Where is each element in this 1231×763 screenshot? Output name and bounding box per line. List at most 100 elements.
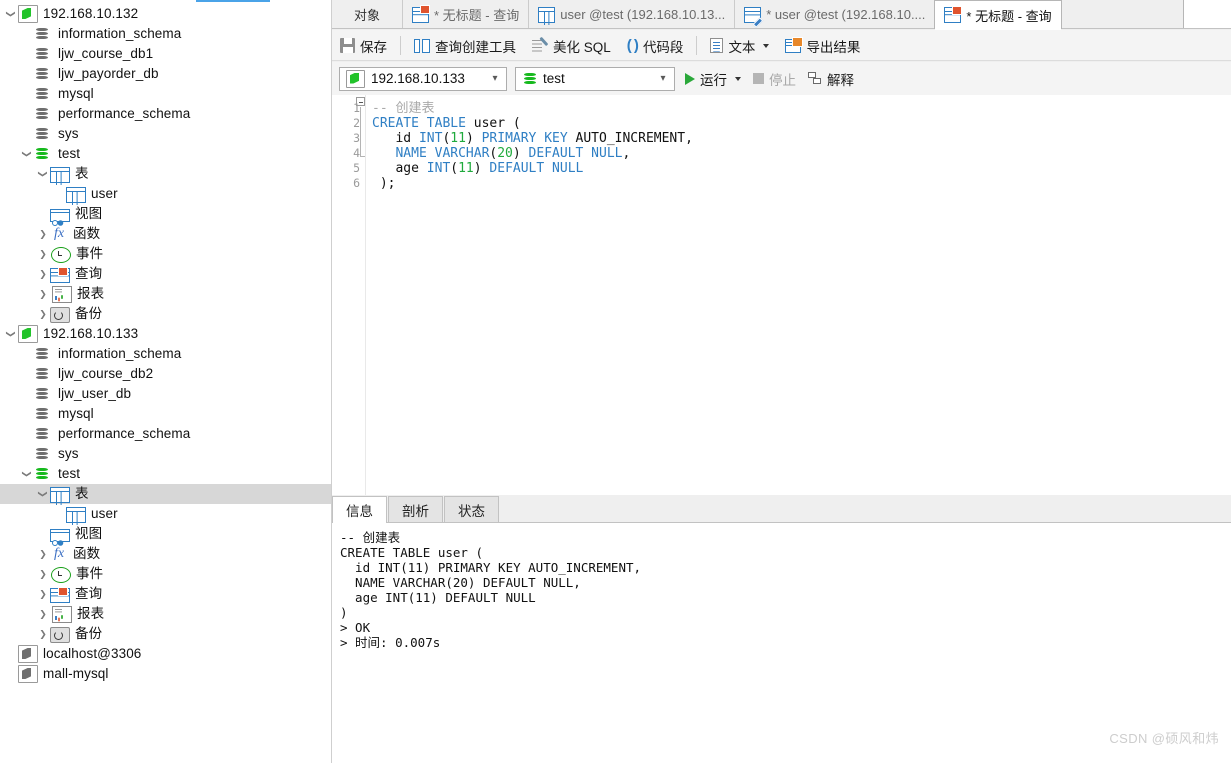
explain-button[interactable]: 解释 [808, 69, 854, 89]
tree-item[interactable]: ❯mall-mysql [0, 664, 331, 684]
connection-tree[interactable]: ❯192.168.10.132❯information_schema❯ljw_c… [0, 4, 331, 684]
tree-item[interactable]: ❯ljw_course_db2 [0, 364, 331, 384]
connection-select[interactable]: 192.168.10.133 ▾ [339, 66, 507, 91]
tree-item[interactable]: ❯mysql [0, 404, 331, 424]
chevron-right-icon[interactable]: ❯ [36, 244, 50, 264]
table-icon [538, 6, 556, 25]
result-tab[interactable]: 信息 [332, 496, 387, 524]
tree-item[interactable]: ❯ 备份 [0, 304, 331, 324]
connection-offline-icon [18, 665, 38, 683]
result-tab[interactable]: 状态 [444, 496, 499, 523]
tree-item-label: mall-mysql [43, 666, 109, 681]
query-builder-button[interactable]: 查询创建工具 [406, 34, 524, 58]
query-icon [50, 586, 70, 603]
table-icon [66, 506, 86, 525]
tree-item[interactable]: ❯ 查询 [0, 264, 331, 284]
code-snippet-button[interactable]: ( ) 代码段 [619, 34, 692, 58]
tree-item[interactable]: ❯ test [0, 144, 331, 164]
results-tab-bar[interactable]: 信息 剖析 状态 [332, 496, 1231, 524]
chevron-right-icon[interactable]: ❯ [36, 584, 50, 604]
connection-value: 192.168.10.133 [371, 71, 465, 86]
database-active-icon [35, 466, 53, 482]
tree-item[interactable]: ❯ 报表 [0, 604, 331, 624]
tree-item[interactable]: ❯ 备份 [0, 624, 331, 644]
chevron-down-icon[interactable]: ❯ [17, 467, 37, 481]
tree-item[interactable]: ❯user [0, 184, 331, 205]
tree-item[interactable]: ❯ 192.168.10.132 [0, 4, 331, 24]
text-label: 文本 [728, 39, 756, 55]
tree-item[interactable]: ❯ 报表 [0, 284, 331, 304]
editor-tab-bar[interactable]: 对象 * 无标题 - 查询 user @test (192.168.10.13...… [332, 0, 1231, 30]
object-tree-sidebar[interactable]: ❯192.168.10.132❯information_schema❯ljw_c… [0, 0, 332, 763]
editor-tab[interactable]: * user @test (192.168.10.... [734, 0, 934, 29]
tree-item[interactable]: ❯ fx 函数 [0, 224, 331, 244]
watermark: CSDN @硕风和炜 [1109, 731, 1219, 746]
text-view-button[interactable]: 文本 [702, 34, 777, 58]
editor-tab[interactable]: user @test (192.168.10.13... [528, 0, 734, 29]
tree-item[interactable]: ❯information_schema [0, 344, 331, 364]
tree-item[interactable]: ❯ljw_payorder_db [0, 64, 331, 84]
tree-item[interactable]: ❯ 表 [0, 164, 331, 185]
beautify-icon [532, 39, 548, 53]
chevron-down-icon[interactable] [735, 76, 741, 81]
tree-item-label: 事件 [76, 566, 104, 581]
chevron-right-icon[interactable]: ❯ [36, 304, 50, 324]
chevron-right-icon[interactable]: ❯ [36, 564, 50, 584]
tree-item[interactable]: ❯ 查询 [0, 584, 331, 604]
database-select[interactable]: test ▾ [515, 66, 675, 91]
parentheses-icon: ( ) [626, 37, 639, 54]
tree-item[interactable]: ❯sys [0, 444, 331, 464]
editor-tab[interactable]: * 无标题 - 查询 [402, 0, 528, 29]
editor-tab-label: * 无标题 - 查询 [966, 8, 1052, 24]
connection-selector-row[interactable]: 192.168.10.133 ▾ test ▾ 运行 停止 解释 [332, 62, 1231, 95]
code-line: NAME VARCHAR(20) DEFAULT NULL, [395, 146, 631, 161]
tree-item[interactable]: ❯user [0, 504, 331, 525]
export-result-button[interactable]: 导出结果 [777, 34, 868, 58]
tree-item[interactable]: ❯ test [0, 464, 331, 484]
chevron-down-icon[interactable]: ❯ [17, 147, 37, 161]
editor-tab[interactable]: * 无标题 - 查询 [934, 0, 1062, 30]
connection-icon [18, 325, 38, 343]
chevron-right-icon[interactable]: ❯ [36, 624, 50, 644]
query-toolbar[interactable]: 保存 查询创建工具 美化 SQL ( ) 代码段 文本 导出结果 [332, 30, 1231, 61]
tree-item[interactable]: ❯ljw_user_db [0, 384, 331, 404]
chevron-down-icon[interactable] [763, 43, 770, 48]
database-icon [35, 406, 53, 422]
stop-label: 停止 [769, 72, 796, 88]
chevron-down-icon[interactable]: ▾ [652, 73, 674, 84]
tree-item[interactable]: ❯ 事件 [0, 564, 331, 584]
database-icon [35, 66, 53, 82]
chevron-right-icon[interactable]: ❯ [36, 224, 50, 244]
export-label: 导出结果 [806, 39, 861, 55]
tree-item[interactable]: ❯视图 [0, 204, 331, 226]
chevron-right-icon[interactable]: ❯ [36, 544, 50, 564]
tree-item[interactable]: ❯ljw_course_db1 [0, 44, 331, 64]
beautify-sql-button[interactable]: 美化 SQL [524, 34, 619, 58]
tree-item[interactable]: ❯information_schema [0, 24, 331, 44]
tree-item-label: 表 [75, 486, 89, 501]
result-tab[interactable]: 剖析 [388, 496, 443, 523]
tree-item[interactable]: ❯performance_schema [0, 104, 331, 124]
tree-item[interactable]: ❯ 192.168.10.133 [0, 324, 331, 344]
run-button[interactable]: 运行 [685, 69, 741, 89]
chevron-right-icon[interactable]: ❯ [36, 284, 50, 304]
tree-item[interactable]: ❯localhost@3306 [0, 644, 331, 664]
save-button[interactable]: 保存 [332, 34, 395, 58]
code-line: age INT(11) DEFAULT NULL [372, 161, 584, 176]
tab-underline-indicator [196, 0, 270, 2]
tree-item[interactable]: ❯视图 [0, 524, 331, 546]
chevron-right-icon[interactable]: ❯ [36, 604, 50, 624]
query-builder-label: 查询创建工具 [435, 39, 516, 55]
tree-item[interactable]: ❯ 表 [0, 484, 331, 505]
tree-item-label: user [91, 186, 118, 201]
tree-item[interactable]: ❯ fx 函数 [0, 544, 331, 564]
sql-editor[interactable]: 123456 -- 创建表 CREATE TABLE user ( id INT(… [332, 95, 1231, 495]
chevron-down-icon[interactable]: ▾ [484, 73, 506, 84]
tree-item[interactable]: ❯ 事件 [0, 244, 331, 264]
editor-tab-label: * user @test (192.168.10.... [766, 7, 926, 22]
tree-item[interactable]: ❯performance_schema [0, 424, 331, 444]
tab-object[interactable]: 对象 [332, 0, 402, 29]
tree-item[interactable]: ❯sys [0, 124, 331, 144]
chevron-right-icon[interactable]: ❯ [36, 264, 50, 284]
tree-item[interactable]: ❯mysql [0, 84, 331, 104]
